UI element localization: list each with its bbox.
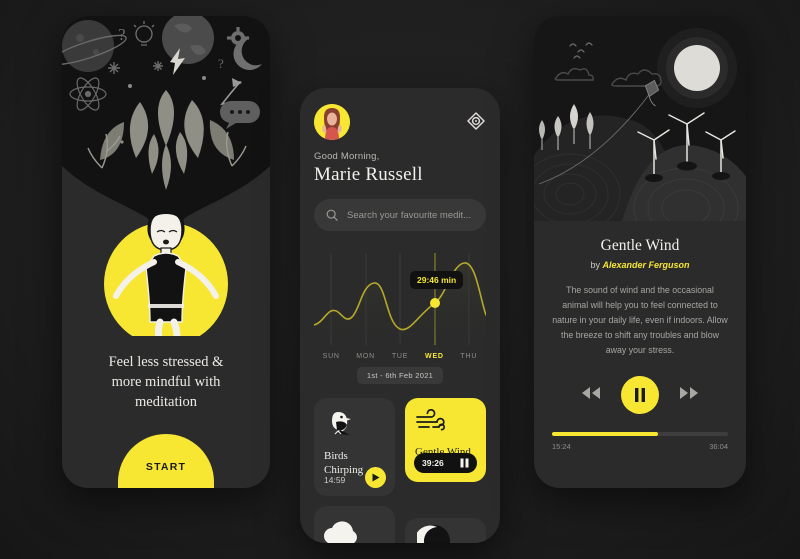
play-icon (372, 473, 379, 482)
card-birds-chirping[interactable]: Birds Chirping 14:59 (314, 398, 395, 496)
chart-day-sun[interactable]: SUN (314, 353, 348, 360)
chart-day-wed[interactable]: WED (417, 353, 451, 360)
crescent-moon-icon (417, 525, 450, 543)
wind-icon (416, 408, 446, 431)
now-playing-pill[interactable]: 39:26 (414, 453, 477, 473)
play-button-birds[interactable] (365, 467, 386, 488)
greeting-text: Good Morning, (314, 151, 380, 162)
search-placeholder: Search your favourite medit... (347, 209, 472, 221)
card-gentle-wind[interactable]: Gentle Wind 39:26 (405, 398, 486, 482)
player-progress: 15:24 36:04 (552, 432, 728, 451)
cloud-icon (324, 521, 357, 543)
phone-home-screen: Good Morning, Marie Russell Search your … (300, 88, 500, 543)
rewind-button[interactable] (581, 386, 601, 405)
chart-day-tue[interactable]: TUE (383, 353, 417, 360)
progress-times: 15:24 36:04 (552, 442, 728, 451)
card-duration-birds: 14:59 (324, 475, 346, 485)
chart-tooltip: 29:46 min (410, 271, 464, 289)
target-diamond-icon[interactable] (466, 111, 486, 131)
svg-text:?: ? (118, 25, 126, 44)
forward-button[interactable] (679, 386, 699, 405)
player-details: Gentle Wind by Alexander Ferguson The so… (534, 221, 746, 488)
progress-fill (552, 432, 658, 436)
start-button[interactable]: START (118, 434, 214, 488)
pause-icon (460, 458, 469, 468)
caption-line-3: meditation (134, 394, 197, 410)
player-scene-illustration (534, 16, 746, 249)
player-description: The sound of wind and the occasional ani… (552, 285, 728, 355)
rewind-icon (582, 386, 600, 399)
user-avatar[interactable] (314, 104, 350, 140)
player-title: Gentle Wind (600, 237, 680, 254)
player-author-line: by Alexander Ferguson (552, 260, 728, 270)
home-topbar (314, 104, 486, 140)
start-button-label: START (145, 461, 187, 473)
player-by-prefix: by (590, 260, 603, 270)
bird-icon (332, 412, 351, 435)
meditation-card-list-row2 (314, 506, 486, 543)
elapsed-time: 15:24 (552, 442, 571, 451)
card-cloud-partial[interactable] (314, 506, 395, 543)
chart-day-labels: SUN MON TUE WED THU (314, 353, 486, 360)
player-author: Alexander Ferguson (602, 260, 690, 270)
chart-day-mon[interactable]: MON (348, 353, 382, 360)
caption-line-1: Feel less stressed & (108, 354, 224, 370)
pause-icon (635, 388, 645, 402)
card-title-birds-line1: Birds (324, 450, 348, 462)
search-input[interactable]: Search your favourite medit... (314, 199, 486, 231)
onboarding-caption: Feel less stressed & more mindful with m… (74, 352, 258, 412)
player-controls (552, 376, 728, 414)
phone-onboarding-screen: ? ? Feel less stressed & more mindful wi… (62, 16, 270, 488)
fast-forward-icon (680, 386, 698, 399)
search-icon (326, 209, 338, 221)
card-duration-gentle-wind: 39:26 (422, 458, 444, 468)
meditation-time-chart[interactable]: 29:46 min (314, 249, 486, 349)
screenshot-stage: ? ? Feel less stressed & more mindful wi… (0, 0, 800, 559)
meditation-card-list: Birds Chirping 14:59 Gentle Wind 39:26 (314, 398, 486, 496)
card-moon-partial[interactable] (405, 518, 486, 543)
chart-day-thu[interactable]: THU (452, 353, 486, 360)
total-time: 36:04 (709, 442, 728, 451)
user-name: Marie Russell (314, 164, 423, 185)
pause-button[interactable] (621, 376, 659, 414)
progress-track[interactable] (552, 432, 728, 436)
caption-line-2: more mindful with (111, 374, 221, 390)
phone-player-screen: Gentle Wind by Alexander Ferguson The so… (534, 16, 746, 488)
svg-text:?: ? (218, 56, 224, 71)
onboarding-illustration: ? ? (62, 16, 270, 352)
chart-date-range[interactable]: 1st - 6th Feb 2021 (356, 367, 444, 384)
